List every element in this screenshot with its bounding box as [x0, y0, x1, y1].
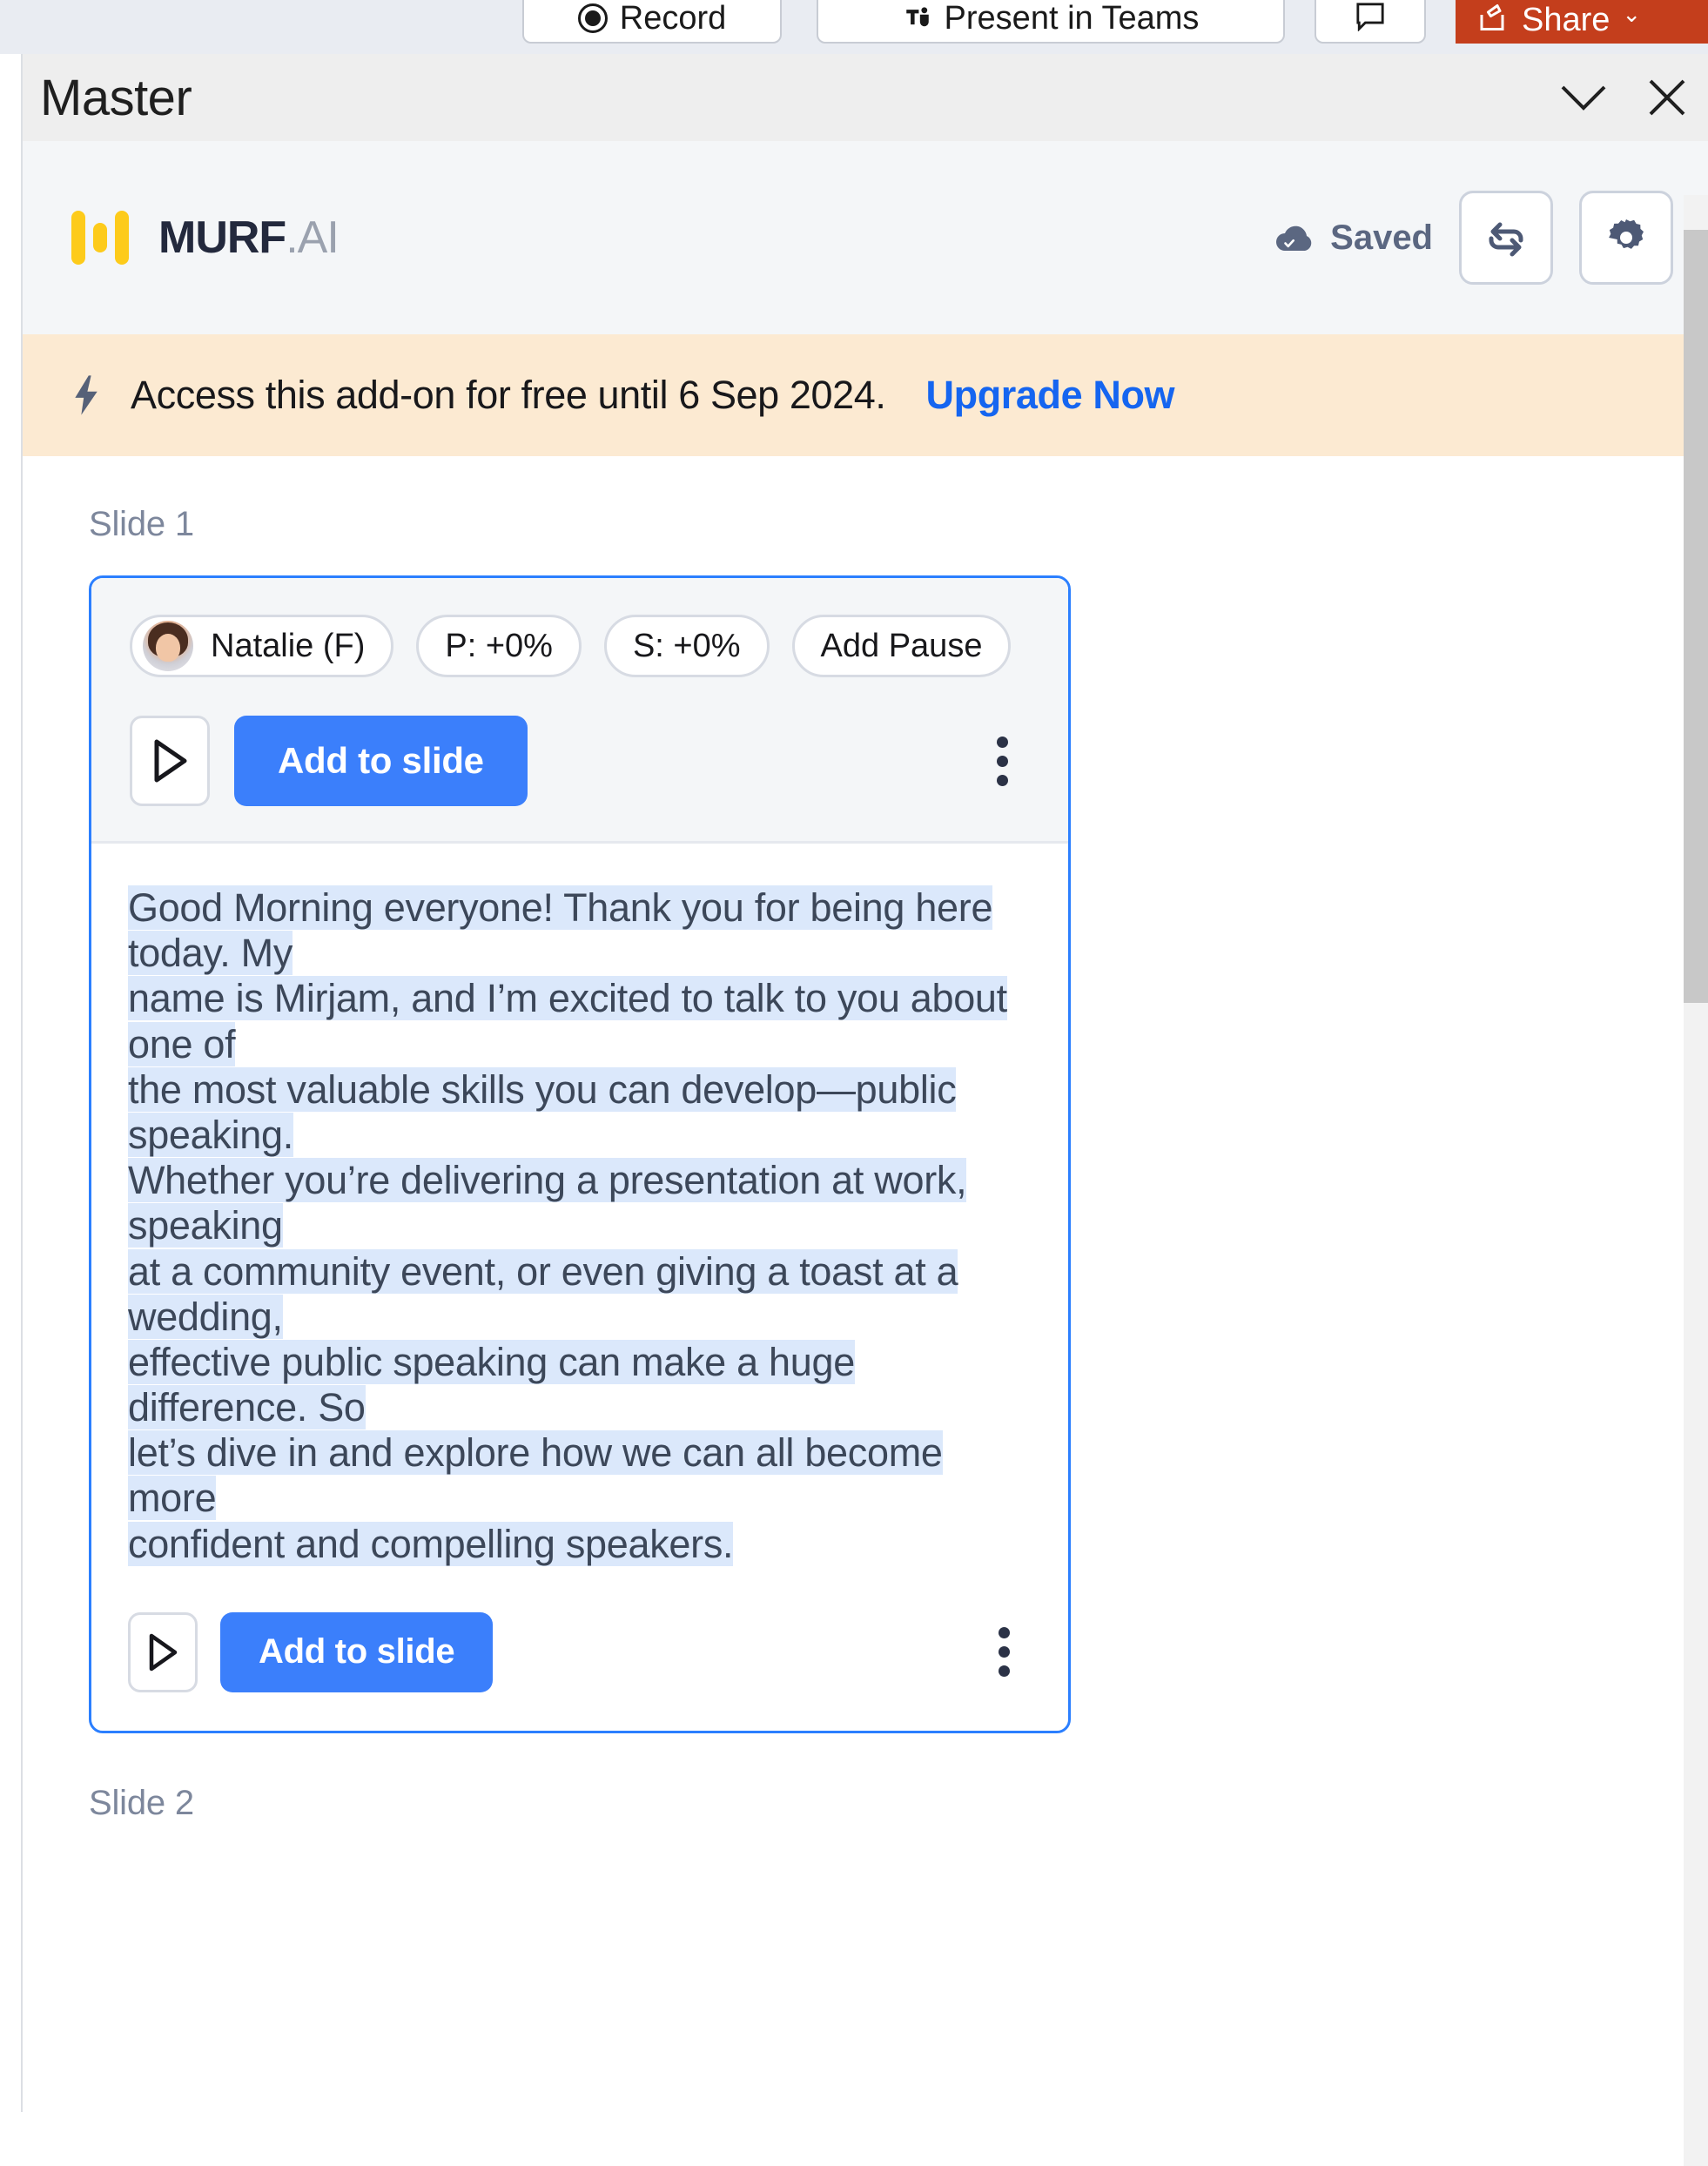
upgrade-banner: Access this add-on for free until 6 Sep … [23, 334, 1708, 456]
cloud-check-icon [1276, 225, 1312, 251]
chevron-down-icon[interactable] [1558, 72, 1609, 123]
add-pause-chip[interactable]: Add Pause [791, 615, 1012, 677]
present-in-teams-button[interactable]: Present in Teams [817, 0, 1285, 44]
upgrade-now-link[interactable]: Upgrade Now [926, 373, 1175, 418]
murf-logo-suffix: .AI [286, 212, 340, 263]
page-title: Master [40, 69, 192, 126]
script-line: name is Mirjam, and I’m excited to talk … [128, 976, 1007, 1066]
saved-status-label: Saved [1330, 218, 1433, 257]
play-icon [149, 1633, 178, 1672]
close-icon[interactable] [1642, 72, 1692, 123]
script-line: confident and compelling speakers. [128, 1521, 734, 1566]
play-button-bottom[interactable] [128, 1611, 198, 1692]
voice-selector-chip[interactable]: Natalie (F) [130, 615, 394, 677]
pitch-chip[interactable]: P: +0% [416, 615, 582, 677]
script-line: Whether you’re delivering a presentation… [128, 1158, 967, 1248]
vertical-scrollbar-thumb[interactable] [1684, 230, 1708, 1003]
record-button[interactable]: Record [522, 0, 782, 44]
script-card-actions-bottom: Add to slide [128, 1611, 1032, 1692]
pitch-label: P: +0% [445, 627, 553, 664]
murf-logo-text: MURF.AI [158, 212, 340, 264]
share-button-label: Share [1522, 2, 1610, 38]
teams-icon [905, 7, 929, 27]
speed-chip[interactable]: S: +0% [603, 615, 770, 677]
record-button-label: Record [619, 0, 727, 37]
upgrade-banner-message: Access this add-on for free until 6 Sep … [131, 373, 886, 417]
add-pause-label: Add Pause [820, 627, 983, 664]
murf-waveform-icon [71, 207, 129, 268]
gear-icon [1609, 219, 1644, 249]
speed-label: S: +0% [632, 627, 741, 664]
kebab-menu-icon-bottom[interactable] [981, 1612, 1032, 1692]
share-arrow-icon [1480, 4, 1504, 30]
script-line: Good Morning everyone! Thank you for bei… [128, 885, 993, 976]
murf-app-header: MURF.AI Saved [23, 141, 1708, 334]
slide-1-label: Slide 1 [89, 505, 194, 543]
slide-2-label: Slide 2 [89, 1783, 194, 1822]
pane-content: Slide 1 Natalie (F) P: +0% S: +0% Add Pa… [23, 456, 1708, 1823]
loop-refresh-icon [1489, 222, 1523, 257]
play-button-top[interactable] [130, 716, 210, 806]
murf-logo: MURF.AI [71, 207, 340, 268]
present-in-teams-label: Present in Teams [944, 0, 1200, 37]
share-button[interactable]: Share ⌄ [1456, 0, 1708, 44]
kebab-menu-icon-top[interactable] [979, 721, 1030, 801]
comments-button[interactable] [1315, 0, 1426, 44]
titlebar-actions [1558, 54, 1692, 141]
sync-button[interactable] [1459, 191, 1553, 285]
script-line: the most valuable skills you can develop… [128, 1066, 957, 1157]
record-dot-icon [577, 3, 608, 33]
script-textarea[interactable]: Good Morning everyone! Thank you for bei… [128, 885, 1032, 1567]
task-pane-titlebar: Master [23, 54, 1708, 141]
voice-avatar-icon [143, 621, 193, 671]
powerpoint-ribbon: Record Present in Teams Share ⌄ [0, 0, 1708, 54]
settings-button[interactable] [1579, 191, 1673, 285]
share-dropdown-caret[interactable]: ⌄ [1622, 1, 1641, 28]
script-line: at a community event, or even giving a t… [128, 1248, 958, 1339]
voice-name-label: Natalie (F) [211, 627, 366, 664]
script-card-toolbar: Natalie (F) P: +0% S: +0% Add Pause Add … [91, 578, 1068, 841]
murf-logo-main: MURF [158, 212, 286, 263]
script-card-body: Good Morning everyone! Thank you for bei… [91, 844, 1068, 1731]
script-line: let’s dive in and explore how we can all… [128, 1430, 943, 1521]
script-line: effective public speaking can make a hug… [128, 1339, 855, 1430]
play-icon [154, 739, 187, 783]
add-to-slide-button-bottom[interactable]: Add to slide [220, 1611, 494, 1692]
voice-settings-chips: Natalie (F) P: +0% S: +0% Add Pause [130, 615, 1030, 677]
script-card-actions-top: Add to slide [130, 716, 1030, 806]
status-badge: Saved [1274, 219, 1433, 258]
header-actions: Saved [1274, 191, 1673, 285]
addin-task-pane: Master MURF.AI Saved Access this add-on … [21, 54, 1708, 2166]
script-card-slide-1: Natalie (F) P: +0% S: +0% Add Pause Add … [89, 575, 1071, 1733]
add-to-slide-button-top[interactable]: Add to slide [234, 716, 528, 806]
comment-icon [1356, 3, 1384, 31]
lightning-bolt-icon [75, 375, 98, 415]
